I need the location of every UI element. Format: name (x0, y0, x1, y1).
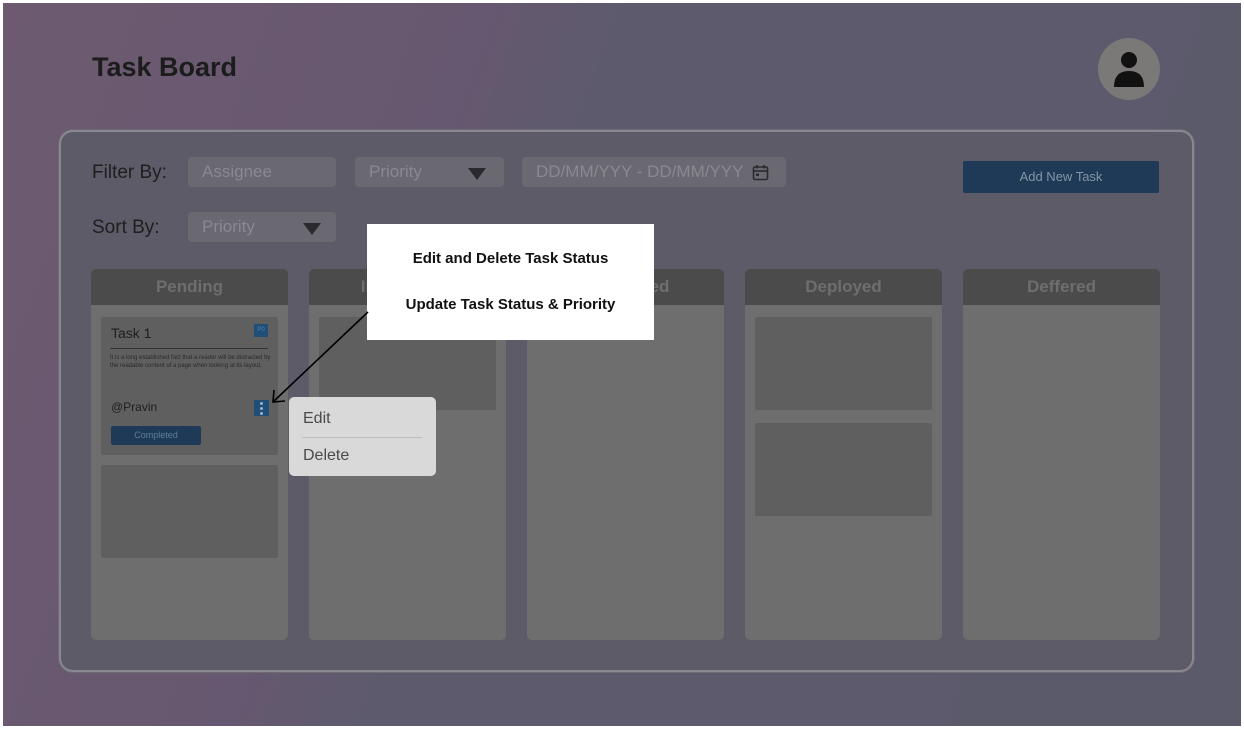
annotation-arrow-icon (272, 311, 369, 403)
